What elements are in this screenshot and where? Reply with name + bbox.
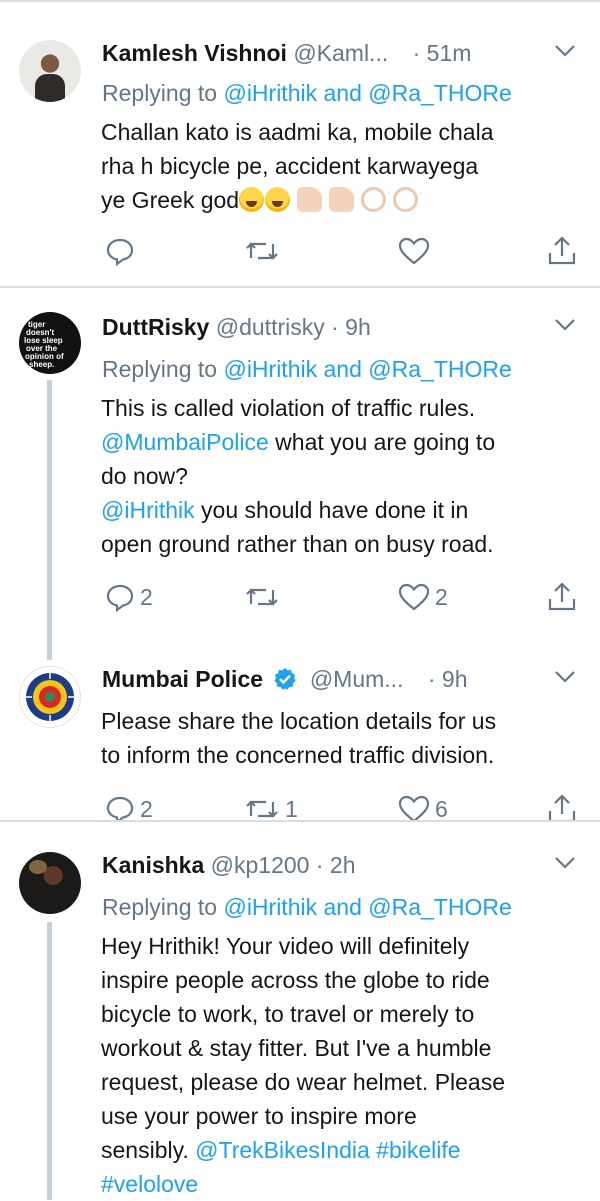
tweet-header: Kanishka @kp1200 · 2h [102, 852, 580, 886]
chevron-down-icon[interactable] [554, 856, 576, 870]
avatar[interactable] [19, 852, 81, 914]
timestamp[interactable]: · 2h [316, 852, 356, 878]
display-name[interactable]: Kanishka [102, 852, 204, 878]
hashtag-link[interactable]: #bikelife [370, 1137, 460, 1163]
tweet-kanishka[interactable]: Kanishka @kp1200 · 2h Replying to @iHrit… [0, 0, 600, 1200]
replying-to: Replying to @iHrithik and @Ra_THORe [102, 894, 512, 920]
mention-link[interactable]: @TrekBikesIndia [195, 1137, 370, 1163]
replying-to-links[interactable]: @iHrithik and @Ra_THORe [223, 894, 511, 920]
user-handle[interactable]: @kp1200 [211, 852, 310, 878]
tweet-text: Hey Hrithik! Your video will definitely … [101, 933, 506, 1197]
hashtag-link[interactable]: #velolove [101, 1171, 198, 1197]
